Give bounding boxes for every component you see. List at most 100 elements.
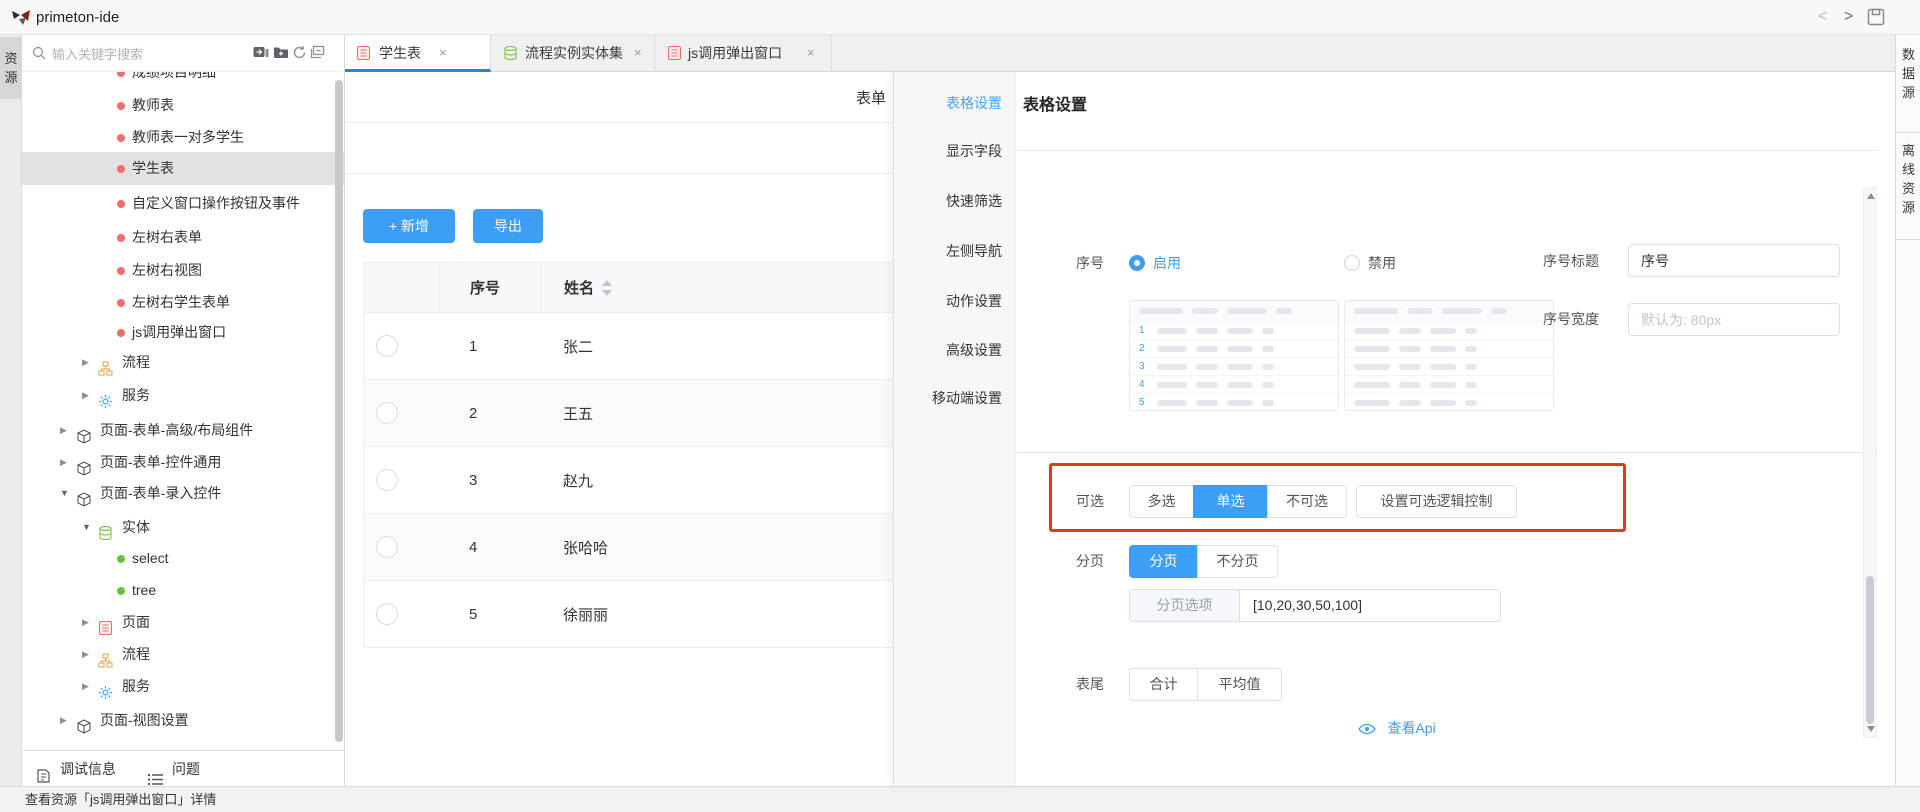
radio-enable-label[interactable]: 启用 <box>1153 253 1181 273</box>
paging-off-button[interactable]: 不分页 <box>1197 545 1278 578</box>
menu-item-display-fields[interactable]: 显示字段 <box>894 141 1016 161</box>
problems-button[interactable]: 问题 <box>147 751 200 787</box>
menu-item-left-nav[interactable]: 左侧导航 <box>894 241 1016 261</box>
scroll-down-icon[interactable] <box>1867 726 1875 732</box>
page-icon <box>667 45 682 66</box>
menu-item-action-settings[interactable]: 动作设置 <box>894 291 1016 311</box>
chevron-right-icon[interactable]: ▶ <box>60 414 67 447</box>
chevron-right-icon[interactable]: ▶ <box>60 446 67 479</box>
close-tab-icon[interactable]: × <box>634 35 642 71</box>
entity-dot-icon <box>117 165 125 173</box>
table-settings-panel: 表格设置 显示字段 快速筛选 左侧导航 动作设置 高级设置 移动端设置 表格设置… <box>893 72 1895 786</box>
tree-item[interactable]: ▶页面-表单-高级/布局组件 <box>22 414 344 447</box>
tree-item[interactable]: ▶页面-视图设置 <box>22 704 344 737</box>
form-tab-label[interactable]: 表单 <box>856 87 886 108</box>
average-button[interactable]: 平均值 <box>1197 668 1282 701</box>
tree-item[interactable]: ▶流程 <box>22 346 344 379</box>
collapse-panels-icon[interactable] <box>310 45 328 63</box>
menu-item-mobile-settings[interactable]: 移动端设置 <box>894 388 1016 408</box>
column-header-name[interactable]: 姓名 <box>541 263 922 312</box>
tree-item[interactable]: ▶流程 <box>22 638 344 671</box>
tree-item[interactable]: ▼页面-表单-录入控件 <box>22 477 344 510</box>
chevron-down-icon[interactable]: ▼ <box>60 477 69 510</box>
tree-item[interactable]: 左树右表单 <box>22 221 344 254</box>
tree-item[interactable]: js调用弹出窗口 <box>22 316 344 349</box>
row-radio[interactable] <box>376 603 398 625</box>
tab-student-table[interactable]: 学生表 × <box>345 35 491 72</box>
sort-icon[interactable] <box>602 280 612 296</box>
no-select-button[interactable]: 不可选 <box>1267 485 1347 518</box>
tree-item[interactable]: 教师表 <box>22 89 344 122</box>
row-radio[interactable] <box>376 536 398 558</box>
export-button[interactable]: 导出 <box>473 209 543 243</box>
menu-item-quick-filter[interactable]: 快速筛选 <box>894 191 1016 211</box>
new-folder-icon[interactable] <box>273 45 291 63</box>
menu-item-table-settings[interactable]: 表格设置 <box>894 93 1016 113</box>
tree-item[interactable]: 教师表一对多学生 <box>22 121 344 154</box>
save-icon[interactable] <box>1866 7 1886 32</box>
serial-title-input[interactable] <box>1628 244 1840 277</box>
row-radio[interactable] <box>376 402 398 424</box>
chevron-right-icon[interactable]: ▶ <box>82 606 89 639</box>
search-input[interactable]: 输入关键字搜索 <box>28 41 228 66</box>
nav-forward-icon[interactable]: > <box>1844 0 1853 35</box>
tree-item[interactable]: ▼实体 <box>22 511 344 544</box>
chevron-right-icon[interactable]: ▶ <box>60 704 67 737</box>
add-button[interactable]: + 新增 <box>363 209 455 243</box>
tree-item[interactable]: 自定义窗口操作按钮及事件 <box>22 187 344 220</box>
debug-info-button[interactable]: 调试信息 <box>35 751 116 787</box>
table-footer-label: 表尾 <box>1076 674 1104 694</box>
app-logo-icon <box>10 7 32 32</box>
tree-item[interactable]: 成绩项目明细 <box>22 72 344 89</box>
sum-button[interactable]: 合计 <box>1129 668 1198 701</box>
radio-enable[interactable] <box>1129 255 1145 271</box>
view-api-link[interactable]: 查看Api <box>1358 718 1436 738</box>
import-resource-icon[interactable] <box>253 45 271 63</box>
entity-dot-icon <box>117 299 125 307</box>
radio-disable[interactable] <box>1344 255 1360 271</box>
tree-item[interactable]: 左树右学生表单 <box>22 286 344 319</box>
menu-item-advanced-settings[interactable]: 高级设置 <box>894 340 1016 360</box>
paging-on-button[interactable]: 分页 <box>1129 545 1198 578</box>
paging-options-value[interactable]: [10,20,30,50,100] <box>1240 590 1500 621</box>
row-radio[interactable] <box>376 335 398 357</box>
search-placeholder: 输入关键字搜索 <box>52 44 143 63</box>
tree-item[interactable]: tree <box>22 574 344 607</box>
sidebar-header: 输入关键字搜索 <box>22 35 344 72</box>
tree-item[interactable]: ▶页面 <box>22 606 344 639</box>
chevron-right-icon[interactable]: ▶ <box>82 379 89 412</box>
single-select-button[interactable]: 单选 <box>1193 485 1268 518</box>
rail-tab-resources[interactable]: 资源 <box>0 37 22 99</box>
multi-select-button[interactable]: 多选 <box>1129 485 1194 518</box>
radio-disable-label[interactable]: 禁用 <box>1368 253 1396 273</box>
tree-item[interactable]: ▶服务 <box>22 379 344 412</box>
tree-item[interactable]: 左树右视图 <box>22 254 344 287</box>
tree-item[interactable]: ▶服务 <box>22 670 344 703</box>
panel-scrollbar[interactable] <box>1863 187 1877 738</box>
sidebar-bottom-bar: 调试信息 问题 <box>22 750 344 786</box>
scrollbar-thumb[interactable] <box>1866 576 1874 724</box>
tree-item[interactable]: ▶页面-表单-控件通用 <box>22 446 344 479</box>
rail-tab-datasource[interactable]: 数据源 <box>1896 35 1920 133</box>
chevron-right-icon[interactable]: ▶ <box>82 638 89 671</box>
nav-back-icon[interactable]: < <box>1818 0 1827 35</box>
tab-process-instance-entity[interactable]: 流程实例实体集 × <box>491 35 655 72</box>
scroll-up-icon[interactable] <box>1867 193 1875 199</box>
database-icon <box>503 45 518 66</box>
tree-scrollbar[interactable] <box>335 80 343 742</box>
refresh-icon[interactable] <box>292 45 310 63</box>
divider <box>1018 452 1879 453</box>
chevron-right-icon[interactable]: ▶ <box>82 670 89 703</box>
tree-item[interactable]: select <box>22 542 344 575</box>
chevron-down-icon[interactable]: ▼ <box>82 511 91 544</box>
rail-tab-offline-resources[interactable]: 离线资源 <box>1896 133 1920 240</box>
column-header-index[interactable]: 序号 <box>438 263 541 312</box>
chevron-right-icon[interactable]: ▶ <box>82 346 89 379</box>
tree-item-selected[interactable]: 学生表 <box>22 152 344 185</box>
close-tab-icon[interactable]: × <box>439 35 447 71</box>
select-logic-control-button[interactable]: 设置可选逻辑控制 <box>1356 485 1517 518</box>
close-tab-icon[interactable]: × <box>807 35 815 71</box>
row-radio[interactable] <box>376 469 398 491</box>
serial-width-input[interactable] <box>1628 303 1840 336</box>
tab-js-popup-window[interactable]: js调用弹出窗口 × <box>655 35 832 72</box>
